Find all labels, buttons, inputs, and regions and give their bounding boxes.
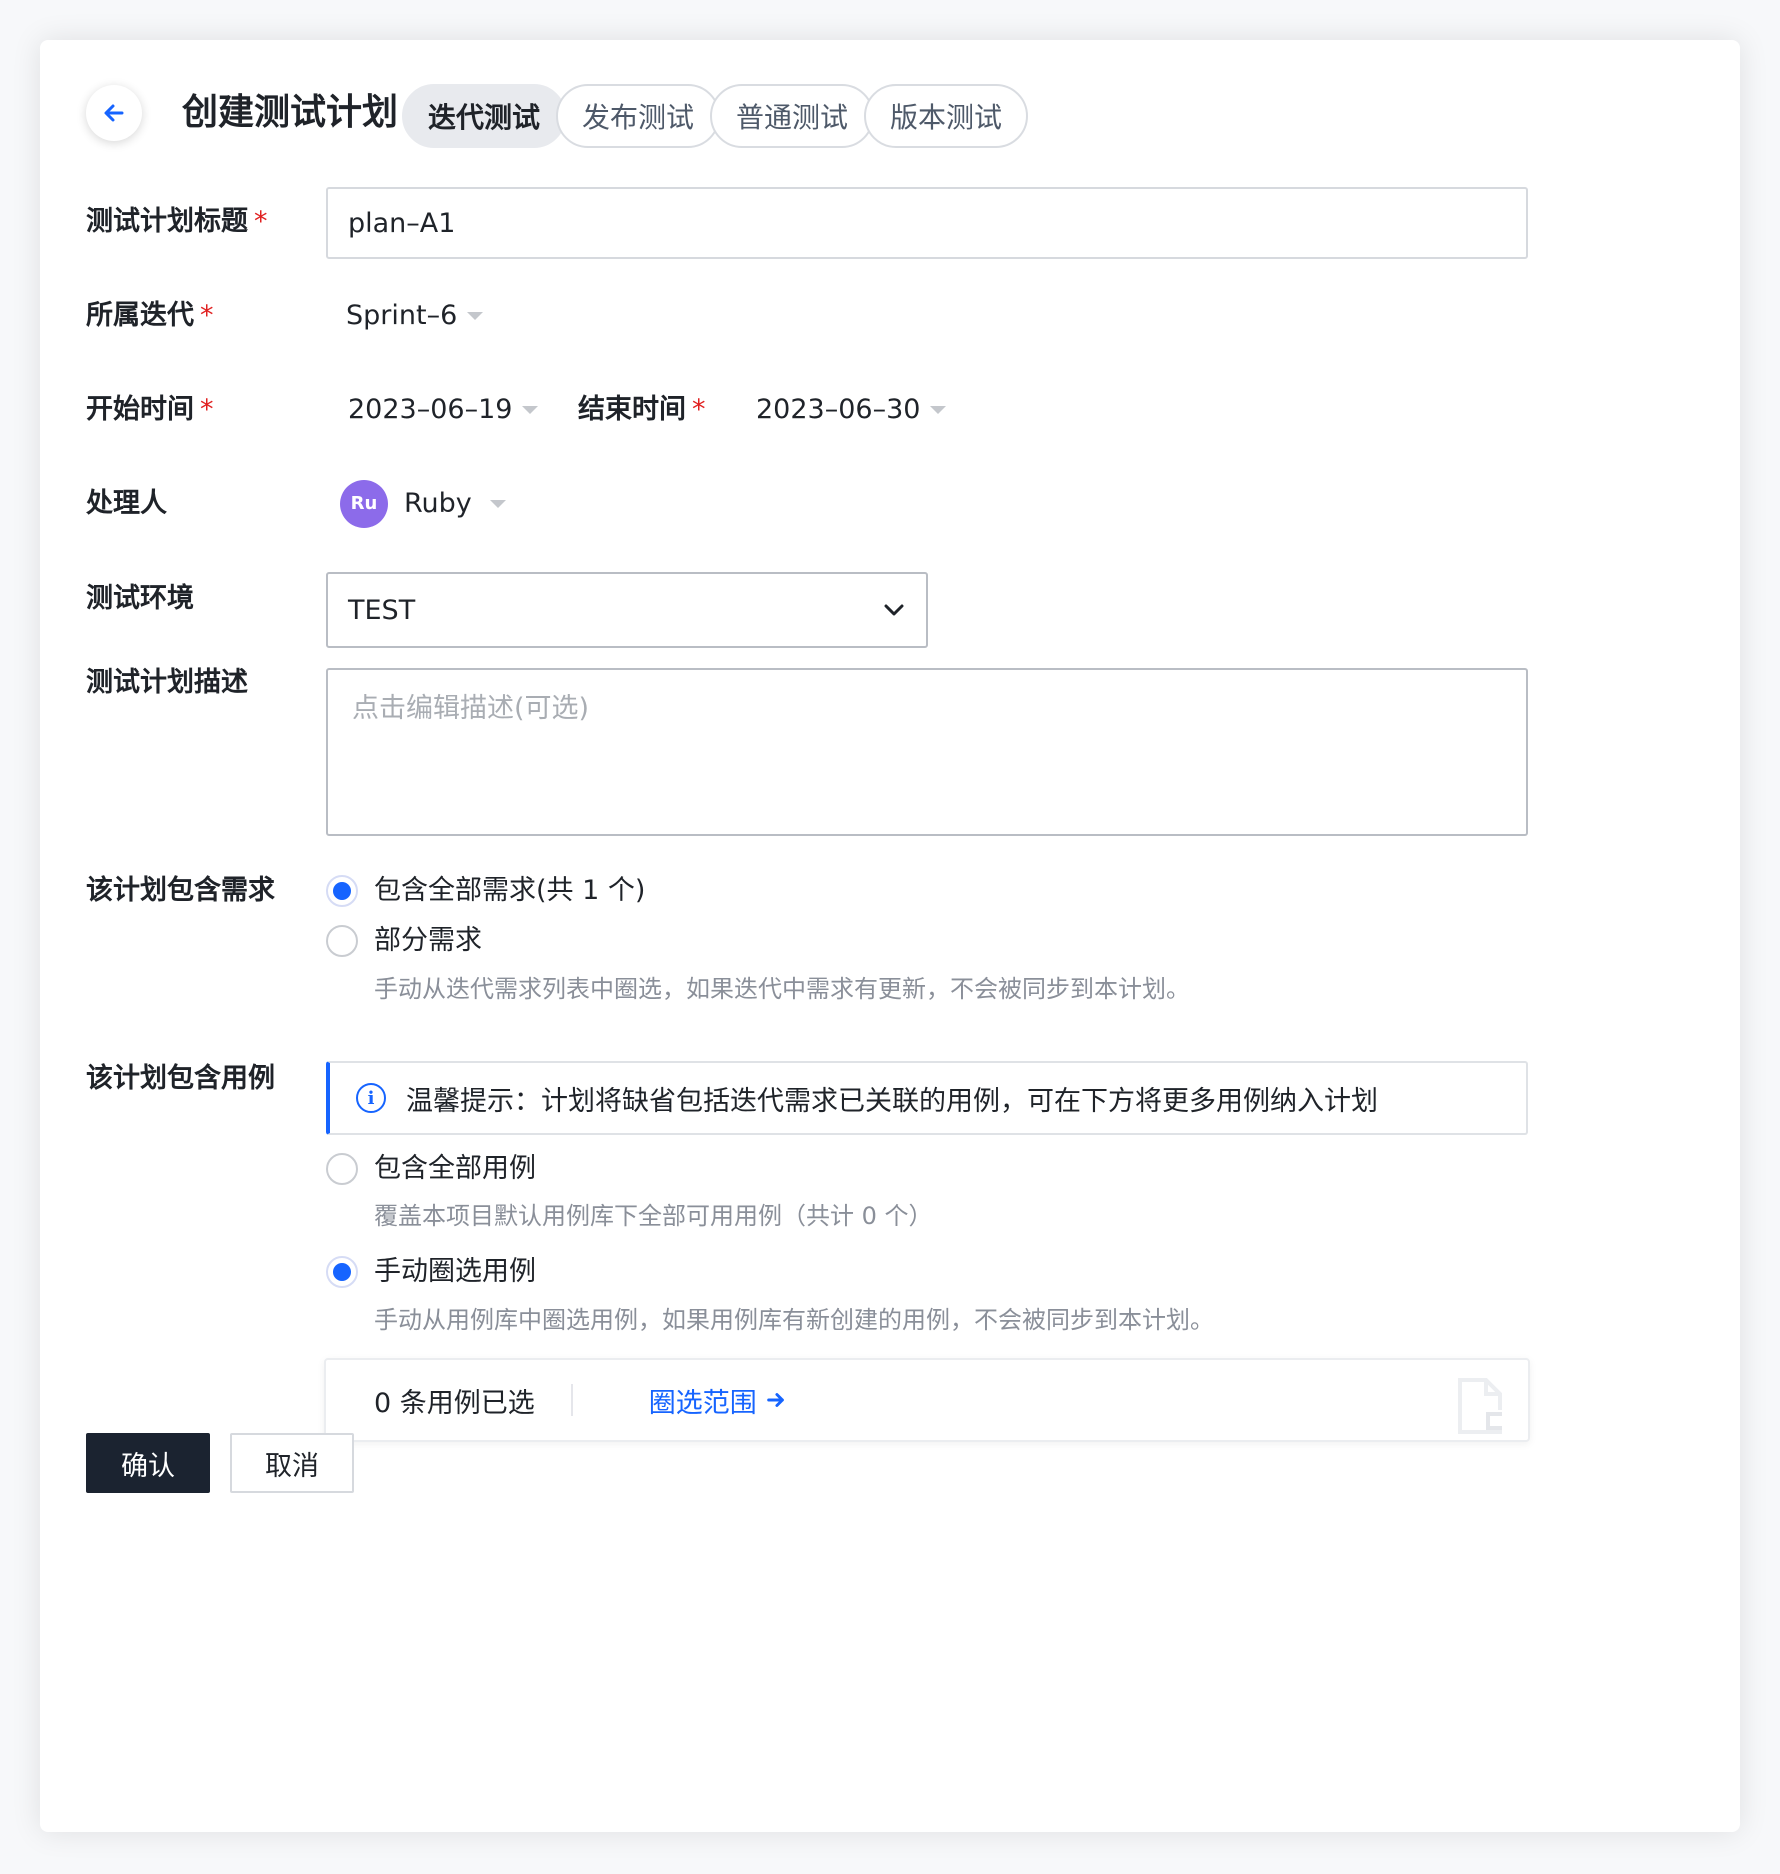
required-mark: * <box>200 394 214 425</box>
requirements-label: 该计划包含需求 <box>86 875 275 906</box>
caret-down-icon <box>489 500 506 508</box>
plan-title-label: 测试计划标题 * <box>86 206 268 237</box>
iteration-select[interactable]: Sprint–6 <box>346 298 484 334</box>
avatar: Ru <box>340 480 388 528</box>
radio-all-cases[interactable]: 包含全部用例 <box>326 1151 536 1187</box>
cases-label: 该计划包含用例 <box>86 1063 275 1094</box>
radio-checked <box>326 1256 358 1288</box>
radio-unchecked <box>326 925 358 957</box>
environment-value: TEST <box>348 594 416 626</box>
divider <box>570 1384 573 1416</box>
description-label: 测试计划描述 <box>86 667 248 698</box>
confirm-button[interactable]: 确认 <box>86 1433 210 1493</box>
manual-cases-hint: 手动从用例库中圈选用例，如果用例库有新创建的用例，不会被同步到本计划。 <box>374 1306 1214 1334</box>
info-icon: i <box>356 1083 386 1113</box>
chevron-down-icon <box>884 604 904 616</box>
selected-count: 0 条用例已选 <box>374 1387 535 1419</box>
radio-checked <box>326 875 358 907</box>
all-cases-hint: 覆盖本项目默认用例库下全部可用用例（共计 0 个） <box>374 1202 933 1230</box>
cancel-button[interactable]: 取消 <box>230 1433 354 1493</box>
back-button[interactable] <box>86 85 142 141</box>
required-mark: * <box>692 394 706 425</box>
required-mark: * <box>200 300 214 331</box>
radio-label: 手动圈选用例 <box>374 1256 536 1287</box>
iteration-label: 所属迭代 * <box>86 300 214 331</box>
info-text: 温馨提示：计划将缺省包括迭代需求已关联的用例，可在下方将更多用例纳入计划 <box>406 1085 1378 1117</box>
radio-all-requirements[interactable]: 包含全部需求(共 1 个) <box>326 873 645 909</box>
partial-requirements-hint: 手动从迭代需求列表中圈选，如果迭代中需求有更新，不会被同步到本计划。 <box>374 975 1190 1003</box>
description-placeholder: 点击编辑描述(可选) <box>352 693 590 724</box>
assignee-select[interactable]: Ru Ruby <box>340 480 506 528</box>
assignee-label: 处理人 <box>86 488 167 519</box>
end-date-value: 2023–06–30 <box>756 394 921 425</box>
plan-title-value: plan–A1 <box>348 207 456 239</box>
caret-down-icon <box>522 406 539 414</box>
assignee-name: Ruby <box>404 488 472 519</box>
start-date-value: 2023–06–19 <box>348 394 513 425</box>
tab-release-test[interactable]: 发布测试 <box>556 84 720 148</box>
arrow-right-icon <box>766 1393 784 1407</box>
document-icon <box>1458 1378 1504 1434</box>
iteration-value: Sprint–6 <box>346 300 458 331</box>
environment-select[interactable]: TEST <box>326 572 928 648</box>
page-title: 创建测试计划 <box>182 92 399 133</box>
start-date-select[interactable]: 2023–06–19 <box>348 392 539 428</box>
required-mark: * <box>254 206 268 237</box>
arrow-left-icon <box>104 104 124 122</box>
info-banner: i 温馨提示：计划将缺省包括迭代需求已关联的用例，可在下方将更多用例纳入计划 <box>326 1061 1528 1135</box>
tab-normal-test[interactable]: 普通测试 <box>710 84 874 148</box>
selected-cases-box: 0 条用例已选 圈选范围 <box>324 1358 1530 1442</box>
description-textarea[interactable]: 点击编辑描述(可选) <box>326 668 1528 836</box>
environment-label: 测试环境 <box>86 583 194 614</box>
create-test-plan-card: 创建测试计划 迭代测试 发布测试 普通测试 版本测试 测试计划标题 * plan–… <box>40 40 1740 1832</box>
caret-down-icon <box>930 406 947 414</box>
radio-label: 部分需求 <box>374 925 482 956</box>
plan-title-input[interactable]: plan–A1 <box>326 187 1528 259</box>
tab-iteration-test[interactable]: 迭代测试 <box>402 84 566 148</box>
radio-label: 包含全部需求(共 1 个) <box>374 875 646 906</box>
radio-partial-requirements[interactable]: 部分需求 <box>326 923 482 959</box>
radio-unchecked <box>326 1153 358 1185</box>
caret-down-icon <box>467 312 484 320</box>
end-time-label: 结束时间 * <box>578 394 706 425</box>
start-time-label: 开始时间 * <box>86 394 214 425</box>
radio-manual-cases[interactable]: 手动圈选用例 <box>326 1254 536 1290</box>
radio-label: 包含全部用例 <box>374 1153 536 1184</box>
tab-version-test[interactable]: 版本测试 <box>864 84 1028 148</box>
end-date-select[interactable]: 2023–06–30 <box>756 392 947 428</box>
select-scope-link[interactable]: 圈选范围 <box>649 1381 787 1420</box>
